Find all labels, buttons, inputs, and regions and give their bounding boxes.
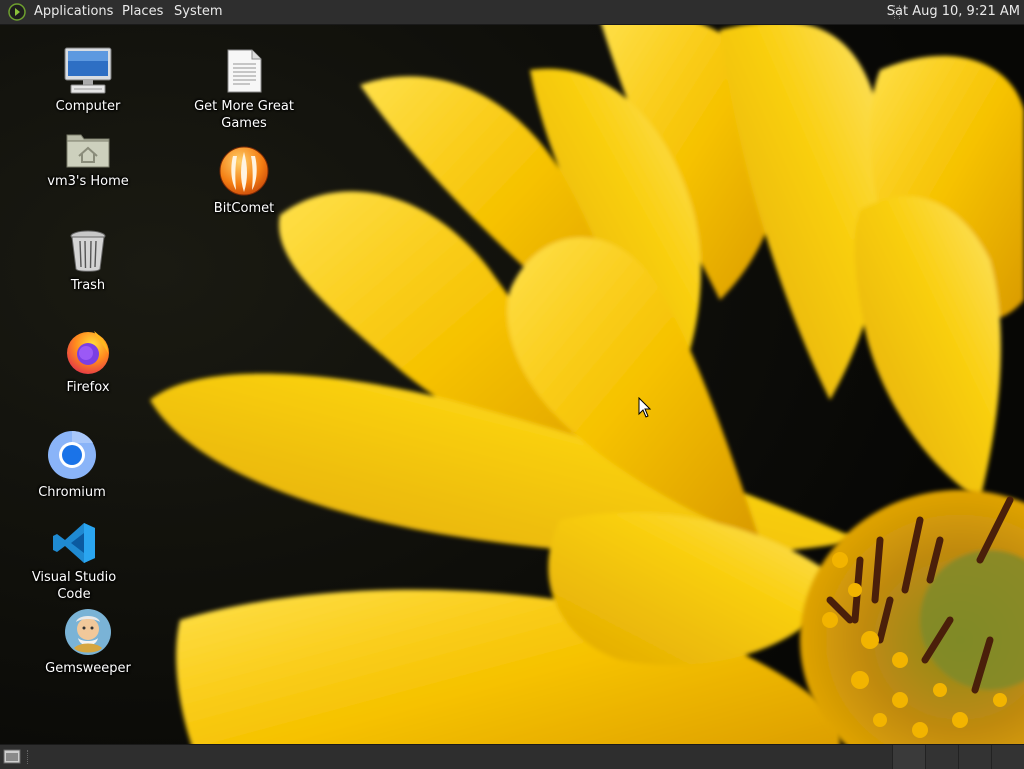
applications-menu[interactable]: Applications: [32, 0, 115, 24]
workspace-3[interactable]: [958, 745, 991, 769]
desktop-icon-label: Visual Studio Code: [31, 570, 117, 602]
applications-logo-icon[interactable]: [8, 3, 26, 21]
document-icon: [227, 49, 262, 93]
panel-handle: [27, 750, 31, 764]
vscode-icon: [53, 523, 95, 563]
desktop-icon-vscode[interactable]: Visual Studio Code: [14, 521, 134, 603]
desktop-icon-gemsweeper[interactable]: Gemsweeper: [28, 608, 148, 677]
workspace-1[interactable]: [892, 745, 925, 769]
desktop-icon-label: Computer: [55, 99, 121, 114]
desktop-icon-get-more-games[interactable]: Get More Great Games: [184, 48, 304, 132]
desktop-icon-firefox[interactable]: Firefox: [28, 327, 148, 396]
desktop-icon-label: Get More Great Games: [194, 99, 294, 131]
desktop-icon-label: Trash: [70, 278, 106, 293]
wallpaper-yellow-flower: [0, 0, 1024, 768]
gemsweeper-icon: [65, 609, 111, 655]
desktop-icon-computer[interactable]: Computer: [28, 46, 148, 115]
desktop-icon-label: BitComet: [213, 201, 275, 216]
top-panel: Applications Places System Sat Aug 10, 9…: [0, 0, 1024, 25]
desktop-icon-chromium[interactable]: Chromium: [12, 430, 132, 501]
workspace-2[interactable]: [925, 745, 958, 769]
chromium-icon: [48, 430, 96, 479]
mouse-cursor-icon: [638, 397, 652, 418]
home-folder-icon: [66, 134, 110, 168]
desktop-icon-home[interactable]: vm3's Home: [28, 129, 148, 190]
desktop-icon-bitcomet[interactable]: BitComet: [184, 146, 304, 217]
bitcomet-icon: [219, 146, 269, 196]
bottom-panel: [0, 744, 1024, 769]
desktop-icon-label: vm3's Home: [47, 174, 129, 189]
desktop-icon-label: Gemsweeper: [45, 661, 131, 676]
desktop-icon-trash[interactable]: Trash: [28, 229, 148, 294]
desktop-icon-label: Chromium: [38, 485, 106, 500]
system-menu[interactable]: System: [172, 0, 224, 24]
workspace-4[interactable]: [991, 745, 1024, 769]
places-menu[interactable]: Places: [120, 0, 165, 24]
trash-icon: [70, 230, 106, 272]
firefox-icon: [67, 331, 109, 374]
clock[interactable]: Sat Aug 10, 9:21 AM: [887, 0, 1020, 24]
desktop-icon-label: Firefox: [66, 380, 110, 395]
show-desktop-icon[interactable]: [3, 748, 21, 765]
computer-icon: [64, 47, 112, 94]
